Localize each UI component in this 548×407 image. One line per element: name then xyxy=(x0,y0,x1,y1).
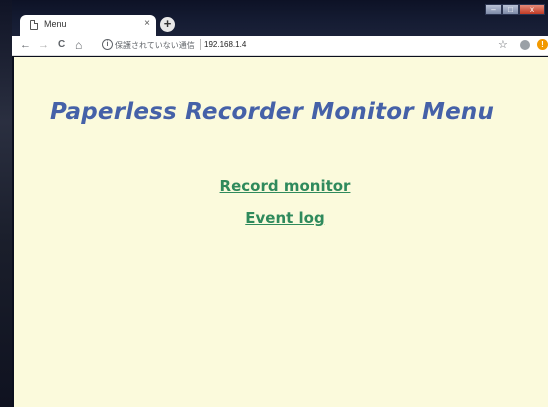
browser-toolbar: ← → C ⌂ i 保護されていない通信 192.168.1.4 ☆ ! xyxy=(12,36,548,56)
browser-titlebar: Menu × + – □ x xyxy=(12,0,548,36)
record-monitor-link[interactable]: Record monitor xyxy=(14,177,548,195)
new-tab-button[interactable]: + xyxy=(160,17,175,32)
home-icon[interactable]: ⌂ xyxy=(75,38,82,52)
maximize-button[interactable]: □ xyxy=(502,4,519,15)
reload-icon[interactable]: C xyxy=(58,38,65,52)
browser-tab[interactable]: Menu × xyxy=(20,15,156,36)
back-arrow-icon[interactable]: ← xyxy=(20,38,31,52)
address-bar-url[interactable]: 192.168.1.4 xyxy=(204,40,246,49)
info-icon[interactable]: i xyxy=(102,39,113,50)
page-icon xyxy=(30,20,38,30)
page-title: Paperless Recorder Monitor Menu xyxy=(49,99,495,125)
desktop-edge xyxy=(0,0,12,407)
tab-title: Menu xyxy=(44,19,67,29)
forward-arrow-icon[interactable]: → xyxy=(38,38,49,52)
close-window-button[interactable]: x xyxy=(519,4,545,15)
url-divider xyxy=(200,39,201,50)
profile-avatar-icon[interactable] xyxy=(520,40,530,50)
bookmark-star-icon[interactable]: ☆ xyxy=(498,38,508,51)
minimize-button[interactable]: – xyxy=(485,4,502,15)
update-alert-icon[interactable]: ! xyxy=(537,39,548,50)
security-status: 保護されていない通信 xyxy=(115,41,195,50)
page-content: Paperless Recorder Monitor Menu Record m… xyxy=(14,57,548,407)
event-log-link[interactable]: Event log xyxy=(14,209,548,227)
browser-window: Menu × + – □ x ← → C ⌂ i 保護されていない通信 192.… xyxy=(0,0,548,407)
window-controls: – □ x xyxy=(485,4,545,16)
tab-close-icon[interactable]: × xyxy=(144,18,150,30)
